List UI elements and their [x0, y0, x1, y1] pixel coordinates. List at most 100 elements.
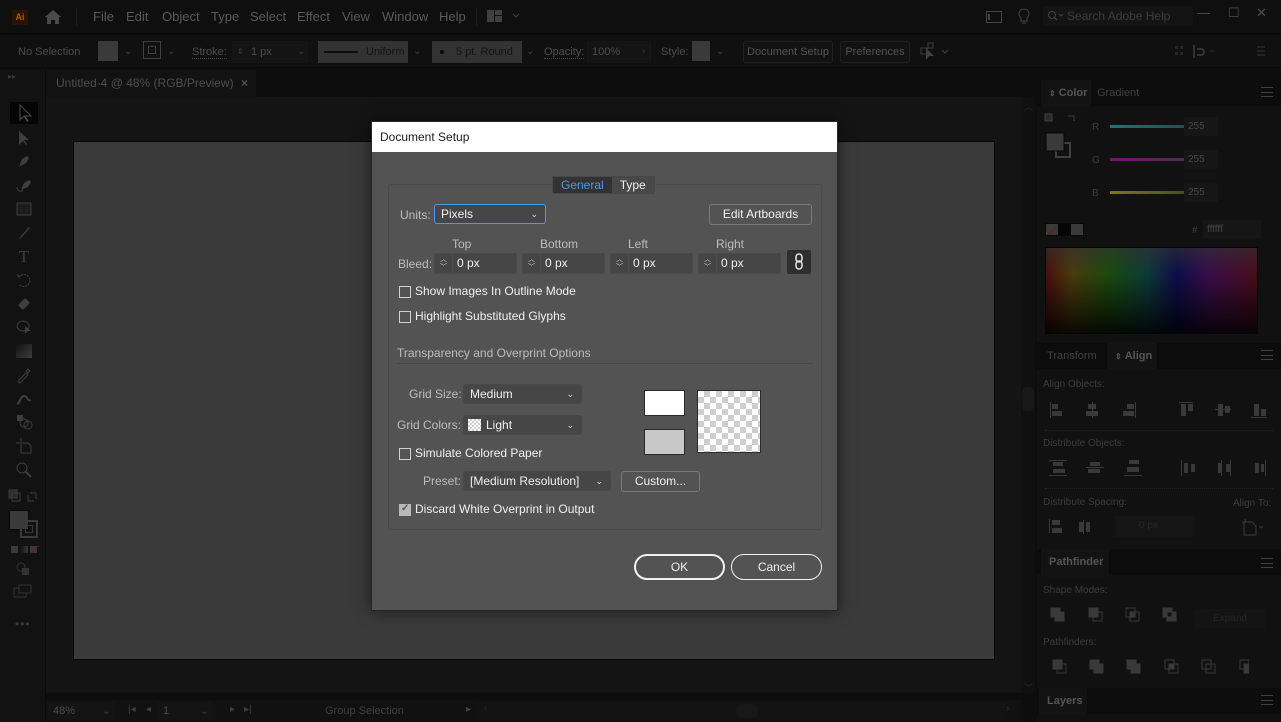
- opacity-label[interactable]: Opacity:: [544, 46, 585, 59]
- document-setup-button[interactable]: Document Setup: [743, 41, 833, 63]
- first-artboard-icon[interactable]: |◂: [128, 704, 136, 715]
- distribute-spacing-field[interactable]: 0 px: [1115, 516, 1195, 537]
- last-artboard-icon[interactable]: ▸|: [244, 704, 252, 715]
- current-tool-status[interactable]: Group Selection: [325, 705, 404, 717]
- zoom-level-field[interactable]: 48% ⌄: [48, 702, 114, 720]
- eraser-tool[interactable]: [10, 292, 38, 314]
- profile-chevron-icon[interactable]: ⌄: [413, 46, 421, 57]
- grid-color-2-swatch[interactable]: [644, 429, 685, 455]
- zoom-tool[interactable]: [10, 459, 38, 481]
- grid-colors-select[interactable]: Light ⌄: [463, 415, 582, 435]
- arrange-documents-icon[interactable]: [986, 11, 1002, 23]
- channel-b-value[interactable]: 255: [1184, 183, 1218, 202]
- fill-dropdown-chevron-icon[interactable]: ⌄: [124, 46, 132, 57]
- discover-lightbulb-icon[interactable]: [1017, 8, 1031, 26]
- stroke-chevron-icon[interactable]: ⌄: [297, 42, 305, 62]
- tab-gradient[interactable]: Gradient: [1089, 80, 1147, 106]
- expand-button[interactable]: Expand: [1195, 609, 1265, 628]
- bleed-bottom-spinner-icon[interactable]: ︿ ﹀: [523, 254, 541, 273]
- bleed-left-spinner-icon[interactable]: ︿ ﹀: [611, 254, 629, 273]
- help-search-input[interactable]: Search Adobe Help: [1043, 6, 1193, 26]
- style-chevron-icon[interactable]: ⌄: [716, 46, 724, 57]
- workspace-switcher-icon[interactable]: [487, 10, 521, 22]
- edit-artboards-button[interactable]: Edit Artboards: [709, 204, 812, 225]
- selection-tool[interactable]: [10, 102, 38, 124]
- white-swatch[interactable]: [1070, 224, 1083, 235]
- grid-size-select[interactable]: Medium ⌄: [463, 384, 582, 404]
- menu-edit[interactable]: Edit: [126, 9, 148, 24]
- grid-color-1-swatch[interactable]: [644, 390, 685, 416]
- show-images-outline-checkbox[interactable]: [399, 286, 411, 298]
- scroll-down-icon[interactable]: ﹀: [1024, 681, 1033, 694]
- rotate-tool[interactable]: [10, 269, 38, 291]
- artboard-chevron-icon[interactable]: ⌄: [200, 703, 208, 721]
- simulate-paper-checkbox[interactable]: [399, 448, 411, 460]
- units-select[interactable]: Pixels ⌄: [434, 204, 546, 224]
- ok-button[interactable]: OK: [634, 554, 725, 580]
- eyedropper-tool[interactable]: [10, 364, 38, 386]
- default-swap-fill-stroke-icons[interactable]: [8, 489, 40, 505]
- stroke-weight-field[interactable]: 1 px ⇕ ⌄: [232, 41, 308, 63]
- opacity-arrow-icon[interactable]: ›: [642, 42, 645, 62]
- stroke-color-box[interactable]: [20, 520, 38, 538]
- channel-g-value[interactable]: 255: [1184, 150, 1218, 169]
- menu-window[interactable]: Window: [382, 9, 428, 24]
- stroke-swatch[interactable]: [143, 41, 161, 59]
- menu-effect[interactable]: Effect: [297, 9, 330, 24]
- distribute-spacing-buttons[interactable]: [1045, 517, 1095, 539]
- tab-transform[interactable]: Transform: [1039, 343, 1105, 369]
- maximize-button[interactable]: ☐: [1228, 5, 1240, 21]
- layers-panel-menu-icon[interactable]: [1261, 695, 1273, 705]
- screen-mode-icon[interactable]: [13, 584, 33, 598]
- color-mode-buttons[interactable]: [10, 545, 39, 554]
- edit-toolbar-more-icon[interactable]: •••: [15, 617, 31, 631]
- vertical-scroll-thumb[interactable]: [1022, 387, 1034, 411]
- horizontal-scrollbar[interactable]: ‹ ›: [476, 702, 1009, 720]
- stroke-spinner-icon[interactable]: ⇕: [237, 42, 244, 62]
- curvature-tool[interactable]: [10, 175, 38, 197]
- close-window-button[interactable]: ✕: [1256, 5, 1267, 21]
- bleed-top-field[interactable]: ︿ ﹀ 0 px: [434, 253, 517, 274]
- scroll-up-icon[interactable]: ︿: [1024, 100, 1033, 113]
- distribute-objects-buttons[interactable]: [1045, 458, 1275, 478]
- highlight-glyphs-checkbox[interactable]: [399, 311, 411, 323]
- previous-artboard-icon[interactable]: ◂: [146, 704, 151, 715]
- menu-object[interactable]: Object: [162, 9, 200, 24]
- preset-select[interactable]: [Medium Resolution] ⌄: [463, 471, 611, 491]
- bleed-right-field[interactable]: ︿ ﹀ 0 px: [698, 253, 781, 274]
- fill-stroke-widget[interactable]: [1044, 113, 1080, 163]
- bleed-right-spinner-icon[interactable]: ︿ ﹀: [699, 254, 717, 273]
- pathfinders-buttons[interactable]: [1049, 657, 1249, 679]
- brush-definition[interactable]: 5 pt. Round: [432, 41, 522, 63]
- tab-color[interactable]: ⇕ Color: [1041, 80, 1091, 106]
- custom-button[interactable]: Custom...: [621, 471, 700, 492]
- menu-help[interactable]: Help: [439, 9, 466, 24]
- artboard-tool[interactable]: [10, 435, 38, 457]
- bleed-top-spinner-icon[interactable]: ︿ ﹀: [435, 254, 453, 273]
- tab-align[interactable]: ⇕ Align: [1107, 343, 1157, 369]
- stroke-dropdown-chevron-icon[interactable]: ⌄: [167, 46, 175, 57]
- hex-value-field[interactable]: ffffff: [1203, 220, 1261, 239]
- bleed-left-field[interactable]: ︿ ﹀ 0 px: [610, 253, 693, 274]
- pen-tool[interactable]: [10, 151, 38, 173]
- stroke-label[interactable]: Stroke:: [192, 46, 227, 59]
- shape-builder-tool[interactable]: [10, 411, 38, 433]
- collapse-toolbar-icon[interactable]: ▸▸: [8, 72, 16, 81]
- channel-r-value[interactable]: 255: [1184, 117, 1218, 136]
- scroll-left-icon[interactable]: ‹: [484, 703, 487, 714]
- pathfinder-panel-menu-icon[interactable]: [1261, 558, 1273, 568]
- tab-type[interactable]: Type: [612, 177, 654, 193]
- quick-swatches[interactable]: [1045, 223, 1084, 236]
- align-panel-menu-icon[interactable]: [1261, 350, 1273, 360]
- fill-swatch[interactable]: [98, 41, 118, 61]
- status-menu-arrow-icon[interactable]: ▸: [466, 704, 471, 715]
- paintbrush-tool[interactable]: [10, 222, 38, 244]
- menu-file[interactable]: File: [93, 9, 114, 24]
- control-bar-extra-icons[interactable]: [1175, 44, 1265, 60]
- home-icon[interactable]: [44, 9, 62, 25]
- shape-modes-buttons[interactable]: [1047, 605, 1187, 627]
- brush-chevron-icon[interactable]: ⌄: [526, 46, 534, 57]
- menu-type[interactable]: Type: [211, 9, 239, 24]
- color-spectrum[interactable]: [1045, 247, 1258, 334]
- type-tool[interactable]: T: [10, 246, 38, 268]
